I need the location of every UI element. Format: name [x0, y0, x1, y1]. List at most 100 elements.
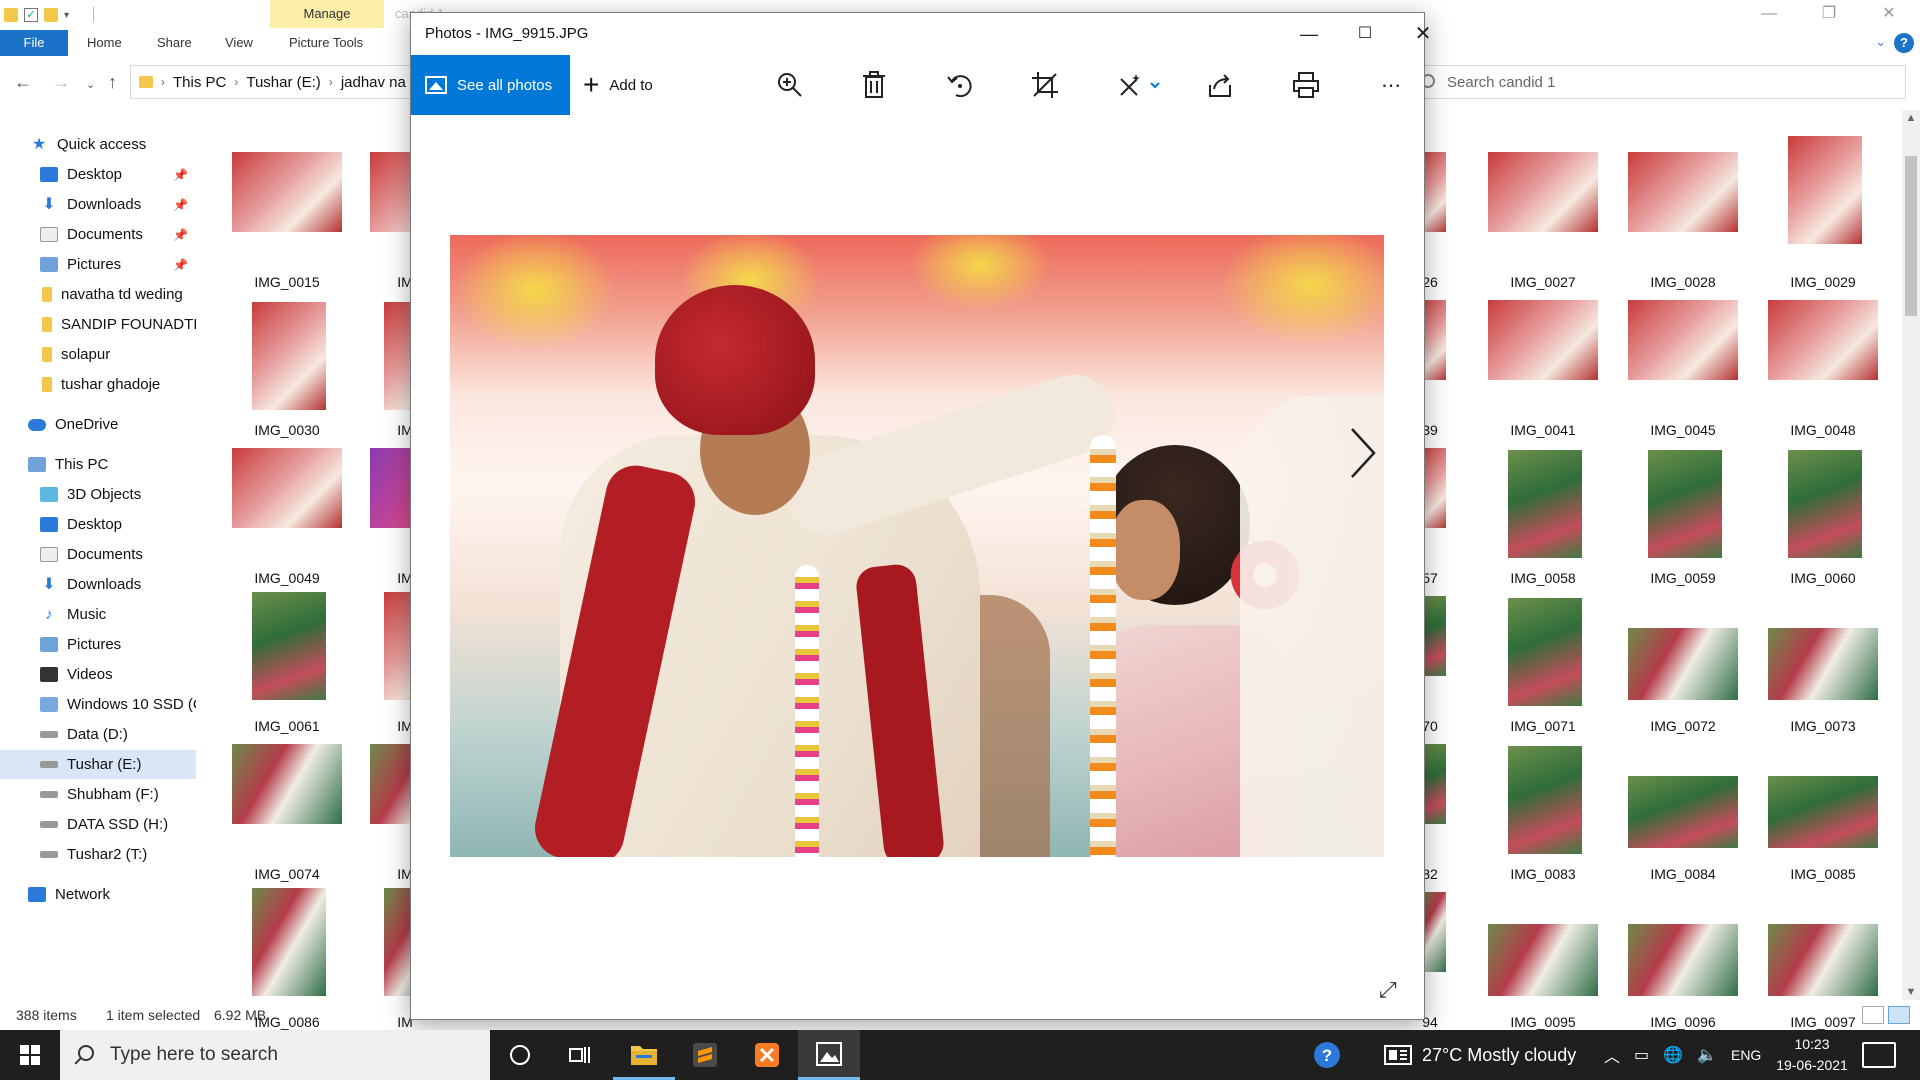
start-button[interactable] [0, 1030, 60, 1080]
file-thumbnail[interactable]: IMG_0015 [222, 152, 352, 300]
address-bar[interactable]: › This PC › Tushar (E:) › jadhav na [130, 65, 430, 99]
recent-locations-icon[interactable]: ⌄ [86, 78, 95, 91]
weather-widget[interactable]: 27°C Mostly cloudy [1384, 1030, 1576, 1080]
sidebar-item-this-pc[interactable]: This PC [0, 450, 196, 479]
file-thumbnail[interactable]: IMG_0060 [1758, 448, 1888, 596]
xampp-taskbar-button[interactable] [736, 1030, 798, 1080]
sidebar-item-downloads[interactable]: ⬇ Downloads [0, 570, 196, 599]
sidebar-item-3d-objects[interactable]: 3D Objects [0, 480, 196, 509]
sidebar-item-folder[interactable]: SANDIP FOUNADTIO [0, 310, 196, 339]
taskbar-search[interactable]: Type here to search [60, 1030, 490, 1080]
scroll-down-icon[interactable]: ▼ [1902, 986, 1920, 998]
file-thumbnail[interactable]: IMG_0048 [1758, 300, 1888, 448]
maximize-button[interactable]: ☐ [1337, 13, 1393, 55]
sidebar-item-pictures[interactable]: Pictures [0, 630, 196, 659]
file-thumbnail[interactable]: IMG_0085 [1758, 744, 1888, 892]
tab-home[interactable]: Home [87, 30, 122, 56]
clock[interactable]: 10:23 19-06-2021 [1764, 1034, 1860, 1076]
file-thumbnail[interactable]: IMG_0049 [222, 448, 352, 596]
up-icon[interactable]: ↑ [108, 72, 117, 93]
see-all-photos-button[interactable]: See all photos [411, 55, 570, 115]
vertical-scrollbar[interactable]: ▲ ▼ [1902, 110, 1920, 1000]
show-hidden-icons-icon[interactable]: ︿ [1604, 1043, 1620, 1067]
breadcrumb-this-pc[interactable]: This PC [173, 74, 226, 91]
scrollbar-thumb[interactable] [1905, 156, 1917, 316]
search-input[interactable]: Search candid 1 [1412, 65, 1906, 99]
file-thumbnail[interactable]: IMG_0030 [222, 300, 352, 448]
file-thumbnail[interactable]: IMG_0041 [1478, 300, 1608, 448]
sidebar-item-drive-t[interactable]: Tushar2 (T:) [0, 840, 196, 869]
photos-taskbar-button[interactable] [798, 1030, 860, 1080]
edit-enhance-icon[interactable] [1117, 69, 1165, 101]
forward-icon[interactable]: → [52, 72, 70, 93]
battery-icon[interactable]: ▭ [1634, 1045, 1649, 1065]
file-thumbnail[interactable]: IMG_0073 [1758, 596, 1888, 744]
file-thumbnail[interactable]: IMG_0071 [1478, 596, 1608, 744]
sidebar-item-quick-access[interactable]: ★ Quick access [0, 130, 196, 159]
file-thumbnail[interactable]: IMG_0028 [1618, 152, 1748, 300]
sidebar-item-downloads[interactable]: ⬇ Downloads 📌 [0, 190, 196, 219]
large-icons-view-button[interactable] [1888, 1006, 1910, 1024]
expand-ribbon-icon[interactable]: ⌄ [1875, 34, 1886, 50]
help-tray-icon[interactable]: ? [1312, 1030, 1342, 1080]
sidebar-item-drive-c[interactable]: Windows 10 SSD (C [0, 690, 196, 719]
file-thumbnail[interactable]: IMG_0045 [1618, 300, 1748, 448]
print-icon[interactable] [1290, 69, 1322, 101]
help-icon[interactable]: ? [1894, 33, 1914, 53]
sidebar-item-documents[interactable]: Documents [0, 540, 196, 569]
sidebar-item-drive-h[interactable]: DATA SSD (H:) [0, 810, 196, 839]
minimize-button[interactable]: — [1281, 13, 1337, 55]
sidebar-item-documents[interactable]: Documents 📌 [0, 220, 196, 249]
network-globe-icon[interactable]: 🌐 [1663, 1045, 1683, 1065]
file-thumbnail[interactable]: IMG_0072 [1618, 596, 1748, 744]
details-view-button[interactable] [1862, 1006, 1884, 1024]
sidebar-item-folder[interactable]: solapur [0, 340, 196, 369]
breadcrumb-folder[interactable]: jadhav na [341, 74, 406, 91]
file-thumbnail[interactable]: IMG_0083 [1478, 744, 1608, 892]
sidebar-item-onedrive[interactable]: OneDrive [0, 410, 196, 439]
sidebar-item-videos[interactable]: Videos [0, 660, 196, 689]
tab-file[interactable]: File [0, 30, 68, 56]
tab-share[interactable]: Share [157, 30, 192, 56]
sidebar-item-drive-d[interactable]: Data (D:) [0, 720, 196, 749]
sublime-text-taskbar-button[interactable] [674, 1030, 736, 1080]
file-thumbnail[interactable]: IMG_0084 [1618, 744, 1748, 892]
fullscreen-icon[interactable]: ⤢ [1379, 977, 1397, 1003]
tab-view[interactable]: View [225, 30, 253, 56]
back-icon[interactable]: ← [14, 72, 32, 93]
file-thumbnail[interactable]: IMG_0059 [1618, 448, 1748, 596]
cortana-button[interactable] [489, 1030, 551, 1080]
task-view-button[interactable] [549, 1030, 611, 1080]
sidebar-item-folder[interactable]: tushar ghadoje [0, 370, 196, 399]
file-thumbnail[interactable]: IMG_0074 [222, 744, 352, 892]
rotate-icon[interactable] [944, 69, 976, 101]
file-thumbnail[interactable]: IMG_0029 [1758, 136, 1888, 300]
manage-context-tab[interactable]: Manage [270, 0, 384, 28]
close-button[interactable]: ✕ [1866, 0, 1912, 30]
share-icon[interactable] [1204, 69, 1236, 101]
close-button[interactable]: ✕ [1395, 13, 1451, 55]
crop-icon[interactable] [1029, 69, 1061, 101]
minimize-button[interactable]: — [1746, 0, 1792, 30]
customize-toolbar-icon[interactable]: ▾ [64, 10, 69, 21]
scroll-up-icon[interactable]: ▲ [1902, 112, 1920, 124]
properties-icon[interactable]: ✓ [24, 8, 38, 22]
tab-picture-tools[interactable]: Picture Tools [289, 30, 363, 56]
file-thumbnail[interactable]: IMG_0061 [222, 592, 352, 744]
new-folder-icon[interactable] [44, 8, 58, 22]
next-photo-icon[interactable] [1344, 423, 1380, 483]
sidebar-item-network[interactable]: Network [0, 880, 196, 909]
file-thumbnail[interactable]: IMG_0058 [1478, 448, 1608, 596]
volume-icon[interactable]: 🔈 [1697, 1045, 1717, 1065]
sidebar-item-desktop[interactable]: Desktop 📌 [0, 160, 196, 189]
restore-button[interactable]: ❐ [1806, 0, 1852, 30]
photo-viewer-image[interactable] [450, 235, 1384, 857]
delete-icon[interactable] [858, 69, 890, 101]
breadcrumb-drive[interactable]: Tushar (E:) [246, 74, 320, 91]
more-options-icon[interactable]: ⋯ [1375, 69, 1407, 101]
file-explorer-taskbar-button[interactable] [613, 1030, 675, 1080]
sidebar-item-drive-e[interactable]: Tushar (E:) [0, 750, 196, 779]
sidebar-item-drive-f[interactable]: Shubham (F:) [0, 780, 196, 809]
sidebar-item-music[interactable]: ♪ Music [0, 600, 196, 629]
zoom-icon[interactable] [774, 69, 806, 101]
